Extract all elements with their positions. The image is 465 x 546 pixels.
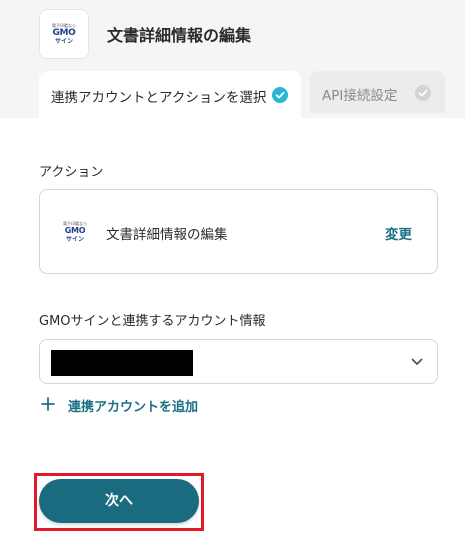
- gmo-logo-mark: 電子印鑑なら GMO サイン: [40, 23, 88, 45]
- plus-icon: [41, 396, 55, 411]
- change-action-link[interactable]: 変更: [385, 223, 412, 243]
- logo-brand: GMO: [64, 226, 86, 235]
- action-card: 電子印鑑なら GMO サイン 文書詳細情報の編集 変更: [39, 189, 438, 274]
- gmo-sign-logo: 電子印鑑なら GMO サイン: [39, 9, 89, 59]
- chevron-down-icon: [411, 357, 423, 367]
- header: 電子印鑑なら GMO サイン 文書詳細情報の編集 連携アカウントとアクションを選…: [0, 0, 465, 118]
- tab-label: API接続設定: [322, 88, 398, 104]
- action-section-label: アクション: [39, 165, 104, 180]
- check-circle-icon: [415, 85, 431, 101]
- check-circle-icon: [272, 87, 288, 103]
- account-select[interactable]: [39, 339, 438, 384]
- tab-api-settings[interactable]: API接続設定: [310, 71, 445, 113]
- logo-product: サイン: [65, 236, 84, 243]
- page-title: 文書詳細情報の編集: [107, 26, 252, 45]
- logo-product: サイン: [54, 38, 73, 45]
- add-account-label: 連携アカウントを追加: [68, 400, 199, 415]
- logo-brand: GMO: [52, 28, 76, 38]
- account-section-label: GMOサインと連携するアカウント情報: [39, 314, 266, 329]
- next-button[interactable]: 次へ: [39, 479, 199, 523]
- tab-select-account-action[interactable]: 連携アカウントとアクションを選択: [39, 71, 301, 118]
- action-name: 文書詳細情報の編集: [106, 227, 228, 243]
- redacted-account-value: [51, 350, 193, 376]
- tab-label: 連携アカウントとアクションを選択: [51, 90, 267, 106]
- gmo-sign-logo: 電子印鑑なら GMO サイン: [56, 221, 94, 243]
